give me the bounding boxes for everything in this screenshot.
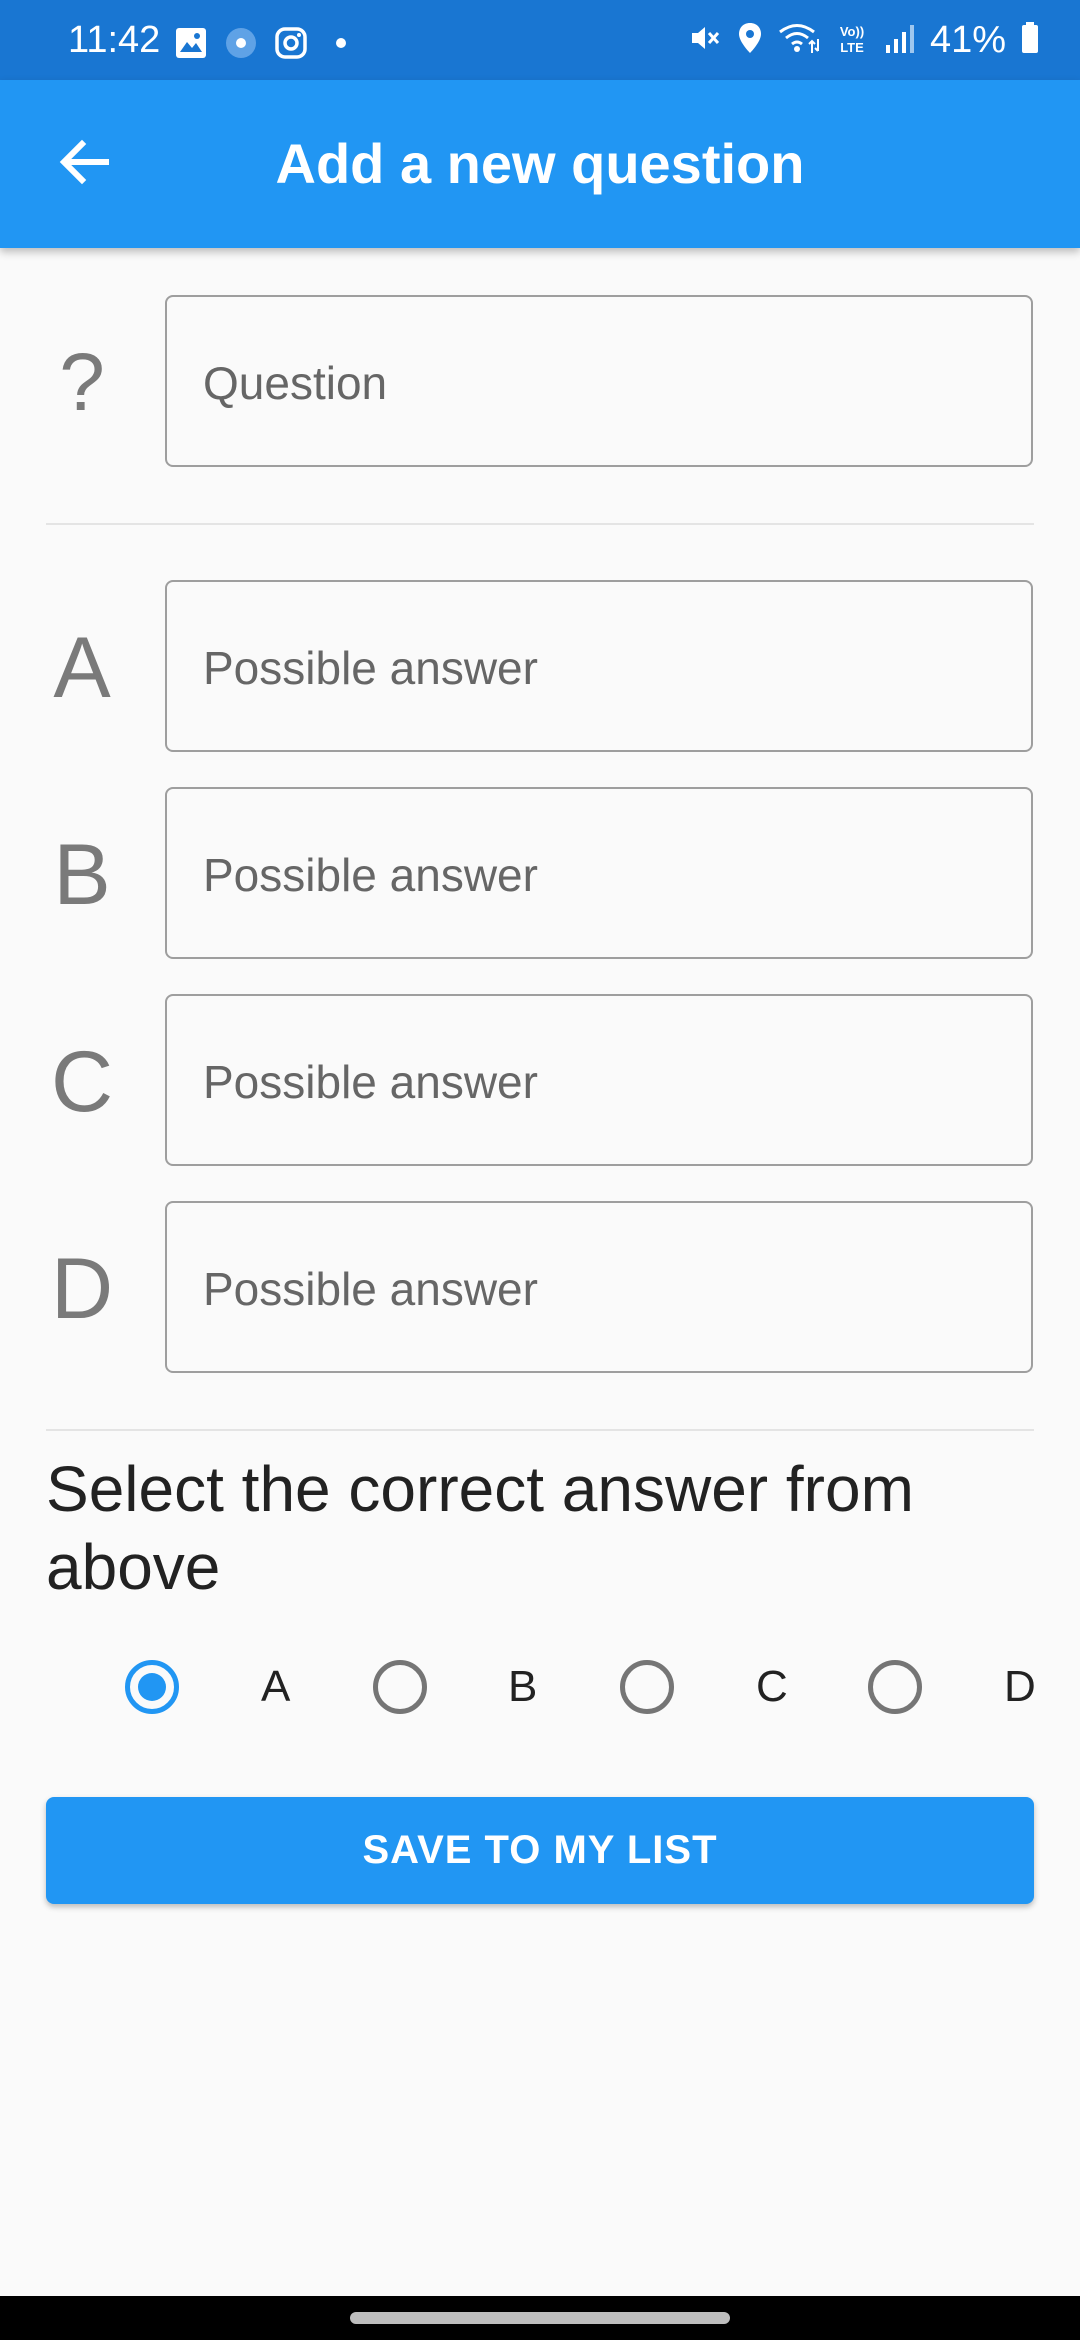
status-left-icons (174, 26, 358, 78)
divider (46, 523, 1034, 525)
answer-placeholder-b: Possible answer (203, 849, 538, 901)
answer-row-d: D Possible answer (0, 1201, 1080, 1377)
status-time: 11:42 (68, 19, 161, 61)
svg-text:Vo)): Vo)) (840, 24, 864, 39)
radio-option-a[interactable] (125, 1660, 179, 1714)
answer-label-b: B (53, 827, 111, 923)
answer-input-b[interactable]: Possible answer (165, 787, 1033, 959)
radio-option-d[interactable] (868, 1660, 922, 1714)
battery-icon (1020, 21, 1040, 60)
instagram-icon (274, 26, 308, 65)
answer-placeholder-d: Possible answer (203, 1263, 538, 1315)
divider (46, 1429, 1034, 1431)
status-right-icons: Vo)) LTE 41% (688, 20, 1040, 60)
mute-icon (688, 21, 722, 60)
navigation-bar (0, 2296, 1080, 2340)
radio-label-d: D (1004, 1662, 1036, 1711)
question-placeholder: Question (203, 357, 388, 409)
answer-label-c: C (50, 1034, 114, 1130)
page-title: Add a new question (275, 132, 805, 195)
radio-label-c: C (756, 1662, 788, 1711)
gallery-icon (174, 26, 208, 65)
record-icon (224, 26, 258, 65)
answer-placeholder-a: Possible answer (203, 642, 538, 694)
question-input[interactable]: Question (165, 295, 1033, 467)
location-icon (736, 21, 764, 60)
home-indicator[interactable] (350, 2312, 730, 2324)
battery-percent: 41% (929, 19, 1006, 61)
radio-label-a: A (261, 1662, 291, 1711)
answer-row-b: B Possible answer (0, 787, 1080, 963)
answer-placeholder-c: Possible answer (203, 1056, 538, 1108)
question-mark-label: ? (59, 337, 105, 428)
wifi-icon (778, 21, 820, 60)
status-bar: 11:42 Vo)) LTE 41% (0, 0, 1080, 80)
radio-label-b: B (508, 1662, 538, 1711)
dot-icon (324, 26, 358, 65)
save-to-my-list-button[interactable]: SAVE TO MY LIST (46, 1797, 1034, 1904)
radio-option-c[interactable] (620, 1660, 674, 1714)
radio-option-b[interactable] (373, 1660, 427, 1714)
correct-answer-radio-group: A B C D (0, 1660, 1080, 1730)
answer-input-d[interactable]: Possible answer (165, 1201, 1033, 1373)
answer-row-a: A Possible answer (0, 580, 1080, 756)
signal-icon (884, 21, 916, 60)
answer-input-a[interactable]: Possible answer (165, 580, 1033, 752)
question-row: ? Question (0, 295, 1080, 471)
answer-input-c[interactable]: Possible answer (165, 994, 1033, 1166)
answer-label-d: D (50, 1241, 114, 1337)
svg-text:LTE: LTE (840, 40, 864, 55)
volte-icon: Vo)) LTE (834, 21, 870, 60)
app-bar: Add a new question (0, 80, 1080, 248)
correct-answer-title: Select the correct answer from above (46, 1453, 914, 1603)
answer-label-a: A (53, 620, 111, 716)
answer-row-c: C Possible answer (0, 994, 1080, 1170)
